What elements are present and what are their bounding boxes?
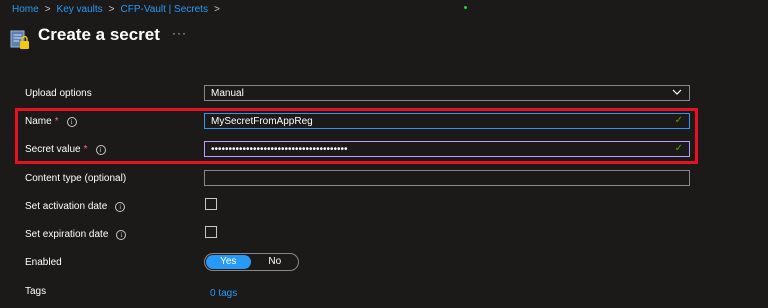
info-icon[interactable]: i [115,201,126,212]
info-icon[interactable]: i [66,116,77,127]
enabled-no-option[interactable]: No [253,255,298,269]
enabled-label: Enabled [25,257,62,268]
secret-value-input[interactable]: ••••••••••••••••••••••••••••••••••••••• … [204,141,690,157]
info-icon[interactable]: i [116,229,127,240]
tags-label-text: Tags [25,286,47,297]
secret-value-masked: ••••••••••••••••••••••••••••••••••••••• [211,143,348,155]
expiration-date-label: Set expiration date i [25,229,127,240]
required-marker: * [54,116,59,127]
chevron-down-icon [672,89,682,95]
tags-link[interactable]: 0 tags [210,288,237,299]
breadcrumb: Home > Key vaults > CFP-Vault | Secrets … [12,4,226,15]
more-options-button[interactable]: ··· [172,26,187,40]
name-input[interactable]: MySecretFromAppReg ✓ [204,113,690,129]
breadcrumb-vault-secrets[interactable]: CFP-Vault | Secrets [121,4,208,15]
activation-date-label: Set activation date i [25,201,126,212]
checkmark-icon: ✓ [674,115,683,126]
secret-value-label-text: Secret value [25,144,81,155]
breadcrumb-key-vaults[interactable]: Key vaults [57,4,103,15]
upload-options-label-text: Upload options [25,88,92,99]
upload-options-value: Manual [211,87,244,99]
page-title: Create a secret [38,25,160,44]
upload-options-label: Upload options [25,88,92,99]
enabled-toggle[interactable]: Yes No [204,253,299,271]
breadcrumb-separator: > [44,4,51,15]
checkmark-icon: ✓ [674,143,683,154]
name-label: Name * i [25,116,77,127]
enabled-yes-option[interactable]: Yes [206,255,251,269]
content-type-label-text: Content type (optional) [25,173,127,184]
status-dot [464,6,467,9]
content-type-input[interactable] [204,170,690,186]
breadcrumb-separator: > [213,4,220,15]
required-marker: * [83,144,88,155]
upload-options-select[interactable]: Manual [204,85,690,101]
expiration-date-label-text: Set expiration date [25,229,109,240]
key-vault-secret-icon [10,30,29,49]
breadcrumb-home[interactable]: Home [12,4,39,15]
tags-label: Tags [25,286,46,297]
activation-date-checkbox[interactable] [205,198,217,210]
expiration-date-checkbox[interactable] [205,226,217,238]
activation-date-label-text: Set activation date [25,201,108,212]
info-icon[interactable]: i [95,144,106,155]
content-type-label: Content type (optional) [25,173,126,184]
secret-value-label: Secret value * i [25,144,106,155]
enabled-label-text: Enabled [25,257,62,268]
name-label-text: Name [25,116,52,127]
breadcrumb-separator: > [108,4,115,15]
name-input-value: MySecretFromAppReg [211,115,313,127]
